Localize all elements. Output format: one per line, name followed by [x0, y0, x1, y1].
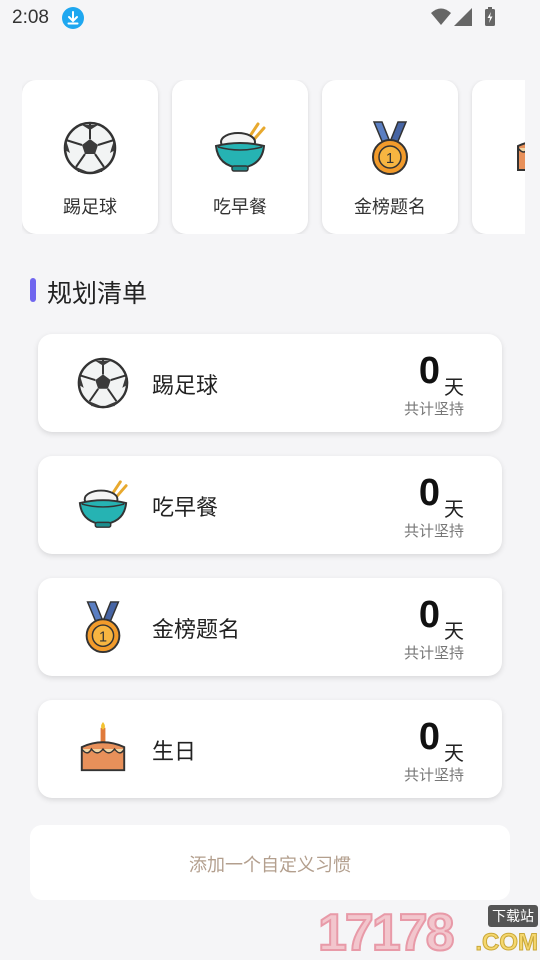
habit-card-label: 吃早餐: [213, 197, 267, 218]
habit-card-medal[interactable]: 1 金榜题名: [322, 80, 458, 234]
habit-template-scroller[interactable]: 踢足球 吃早餐 1 金榜题名: [22, 80, 525, 234]
battery-icon: [485, 7, 495, 26]
plan-streak-caption: 共计坚持: [403, 644, 464, 662]
habit-card-birthday[interactable]: 生: [472, 80, 525, 234]
section-title: 规划清单: [47, 279, 148, 308]
download-notification-icon: [62, 7, 84, 29]
watermark-domain: .COM: [475, 929, 539, 957]
plan-item[interactable]: 踢足球 0 天 共计坚持: [38, 334, 502, 432]
plan-day-unit: 天: [444, 741, 464, 765]
plan-streak-caption: 共计坚持: [403, 522, 464, 540]
medal-icon: 1: [76, 600, 130, 654]
plan-name: 金榜题名: [152, 618, 241, 643]
status-bar: 2:08: [0, 0, 540, 36]
plan-day-unit: 天: [444, 497, 464, 521]
habit-card-label: 金榜题名: [354, 197, 426, 218]
plan-streak-caption: 共计坚持: [403, 400, 464, 418]
cake-icon: [512, 120, 525, 176]
watermark-number: 17178: [317, 903, 456, 960]
habit-card-label: 踢足球: [63, 197, 117, 218]
medal-icon: 1: [362, 120, 418, 176]
plan-name: 踢足球: [152, 374, 219, 399]
habit-card-breakfast[interactable]: 吃早餐: [172, 80, 308, 234]
plan-item[interactable]: 1 金榜题名 0 天 共计坚持: [38, 578, 502, 676]
soccer-ball-icon: [76, 356, 130, 410]
plan-day-count: 0: [418, 350, 440, 392]
plan-day-unit: 天: [444, 619, 464, 643]
add-custom-habit-label: 添加一个自定义习惯: [189, 855, 351, 876]
plan-item[interactable]: 吃早餐 0 天 共计坚持: [38, 456, 502, 554]
plan-day-count: 0: [418, 472, 440, 514]
rice-bowl-icon: [76, 478, 130, 532]
add-custom-habit-button[interactable]: 添加一个自定义习惯: [30, 825, 510, 900]
status-indicators: [430, 7, 502, 29]
plan-item[interactable]: 生日 0 天 共计坚持: [38, 700, 502, 798]
status-time: 2:08: [12, 7, 49, 28]
cell-signal-icon: [454, 8, 472, 26]
wifi-icon: [431, 8, 451, 25]
watermark-logo: 17178 下载站 .COM: [317, 903, 540, 960]
svg-text:1: 1: [99, 629, 107, 645]
plan-name: 吃早餐: [152, 496, 219, 521]
plan-day-count: 0: [418, 716, 440, 758]
rice-bowl-icon: [212, 120, 268, 176]
plan-day-unit: 天: [444, 375, 464, 399]
section-accent-bar: [30, 278, 36, 302]
plan-name: 生日: [152, 740, 197, 765]
plan-day-count: 0: [418, 594, 440, 636]
habit-card-soccer[interactable]: 踢足球: [22, 80, 158, 234]
soccer-ball-icon: [62, 120, 118, 176]
habit-card-label: 生: [472, 193, 525, 219]
plan-streak-caption: 共计坚持: [403, 766, 464, 784]
watermark-tag: 下载站: [488, 905, 538, 927]
cake-icon: [76, 722, 130, 776]
svg-text:1: 1: [386, 150, 394, 167]
